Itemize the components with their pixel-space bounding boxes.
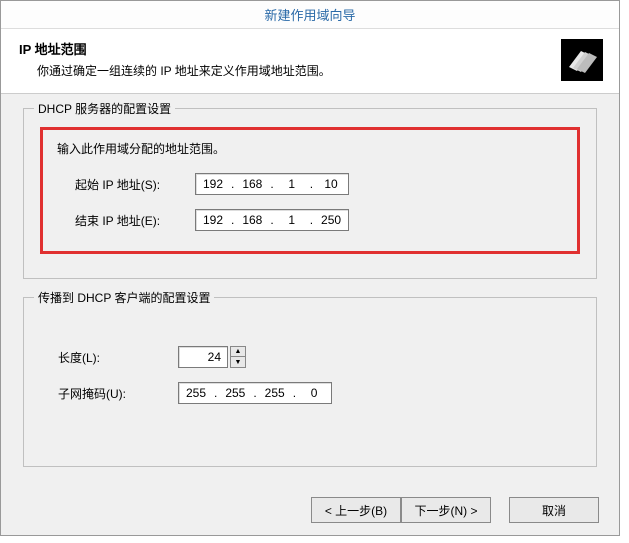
mask-oct1[interactable] [179,384,213,402]
group1-legend: DHCP 服务器的配置设置 [34,100,175,117]
cancel-button[interactable]: 取消 [509,497,599,523]
end-ip-oct4[interactable] [314,211,348,229]
spin-down-button[interactable]: ▼ [230,357,246,368]
start-ip-label: 起始 IP 地址(S): [75,176,195,193]
address-range-highlight: 输入此作用域分配的地址范围。 起始 IP 地址(S): . . . 结束 IP … [40,127,580,254]
start-ip-oct4[interactable] [314,175,348,193]
back-button[interactable]: < 上一步(B) [311,497,401,523]
end-ip-oct1[interactable] [196,211,230,229]
pages-stack-icon [561,39,603,81]
subnet-mask-input[interactable]: . . . [178,382,332,404]
wizard-body: DHCP 服务器的配置设置 输入此作用域分配的地址范围。 起始 IP 地址(S)… [1,94,619,467]
start-ip-oct3[interactable] [275,175,309,193]
spin-up-button[interactable]: ▲ [230,346,246,357]
end-ip-oct2[interactable] [235,211,269,229]
end-ip-row: 结束 IP 地址(E): . . . [57,209,563,231]
titlebar: 新建作用域向导 [1,1,619,29]
length-label: 长度(L): [58,349,178,366]
window-title: 新建作用域向导 [264,8,355,23]
wizard-header: IP 地址范围 你通过确定一组连续的 IP 地址来定义作用域地址范围。 [1,29,619,94]
spin-buttons: ▲ ▼ [230,346,246,368]
wizard-window: 新建作用域向导 IP 地址范围 你通过确定一组连续的 IP 地址来定义作用域地址… [0,0,620,536]
group2-legend: 传播到 DHCP 客户端的配置设置 [34,289,214,306]
start-ip-oct2[interactable] [235,175,269,193]
start-ip-row: 起始 IP 地址(S): . . . [57,173,563,195]
dhcp-client-settings-group: 传播到 DHCP 客户端的配置设置 长度(L): ▲ ▼ 子网掩码(U): . [23,297,597,467]
page-title: IP 地址范围 [19,39,601,58]
start-ip-input[interactable]: . . . [195,173,349,195]
end-ip-label: 结束 IP 地址(E): [75,212,195,229]
length-input[interactable] [178,346,228,368]
mask-label: 子网掩码(U): [58,385,178,402]
mask-oct3[interactable] [258,384,292,402]
end-ip-oct3[interactable] [275,211,309,229]
length-row: 长度(L): ▲ ▼ [40,346,580,368]
end-ip-input[interactable]: . . . [195,209,349,231]
mask-oct2[interactable] [218,384,252,402]
start-ip-oct1[interactable] [196,175,230,193]
range-caption: 输入此作用域分配的地址范围。 [57,140,563,157]
wizard-footer: < 上一步(B) 下一步(N) > 取消 [311,497,599,523]
next-button[interactable]: 下一步(N) > [401,497,491,523]
length-stepper[interactable]: ▲ ▼ [178,346,246,368]
mask-row: 子网掩码(U): . . . [40,382,580,404]
dhcp-server-settings-group: DHCP 服务器的配置设置 输入此作用域分配的地址范围。 起始 IP 地址(S)… [23,108,597,279]
page-subtitle: 你通过确定一组连续的 IP 地址来定义作用域地址范围。 [37,62,601,79]
mask-oct4[interactable] [297,384,331,402]
